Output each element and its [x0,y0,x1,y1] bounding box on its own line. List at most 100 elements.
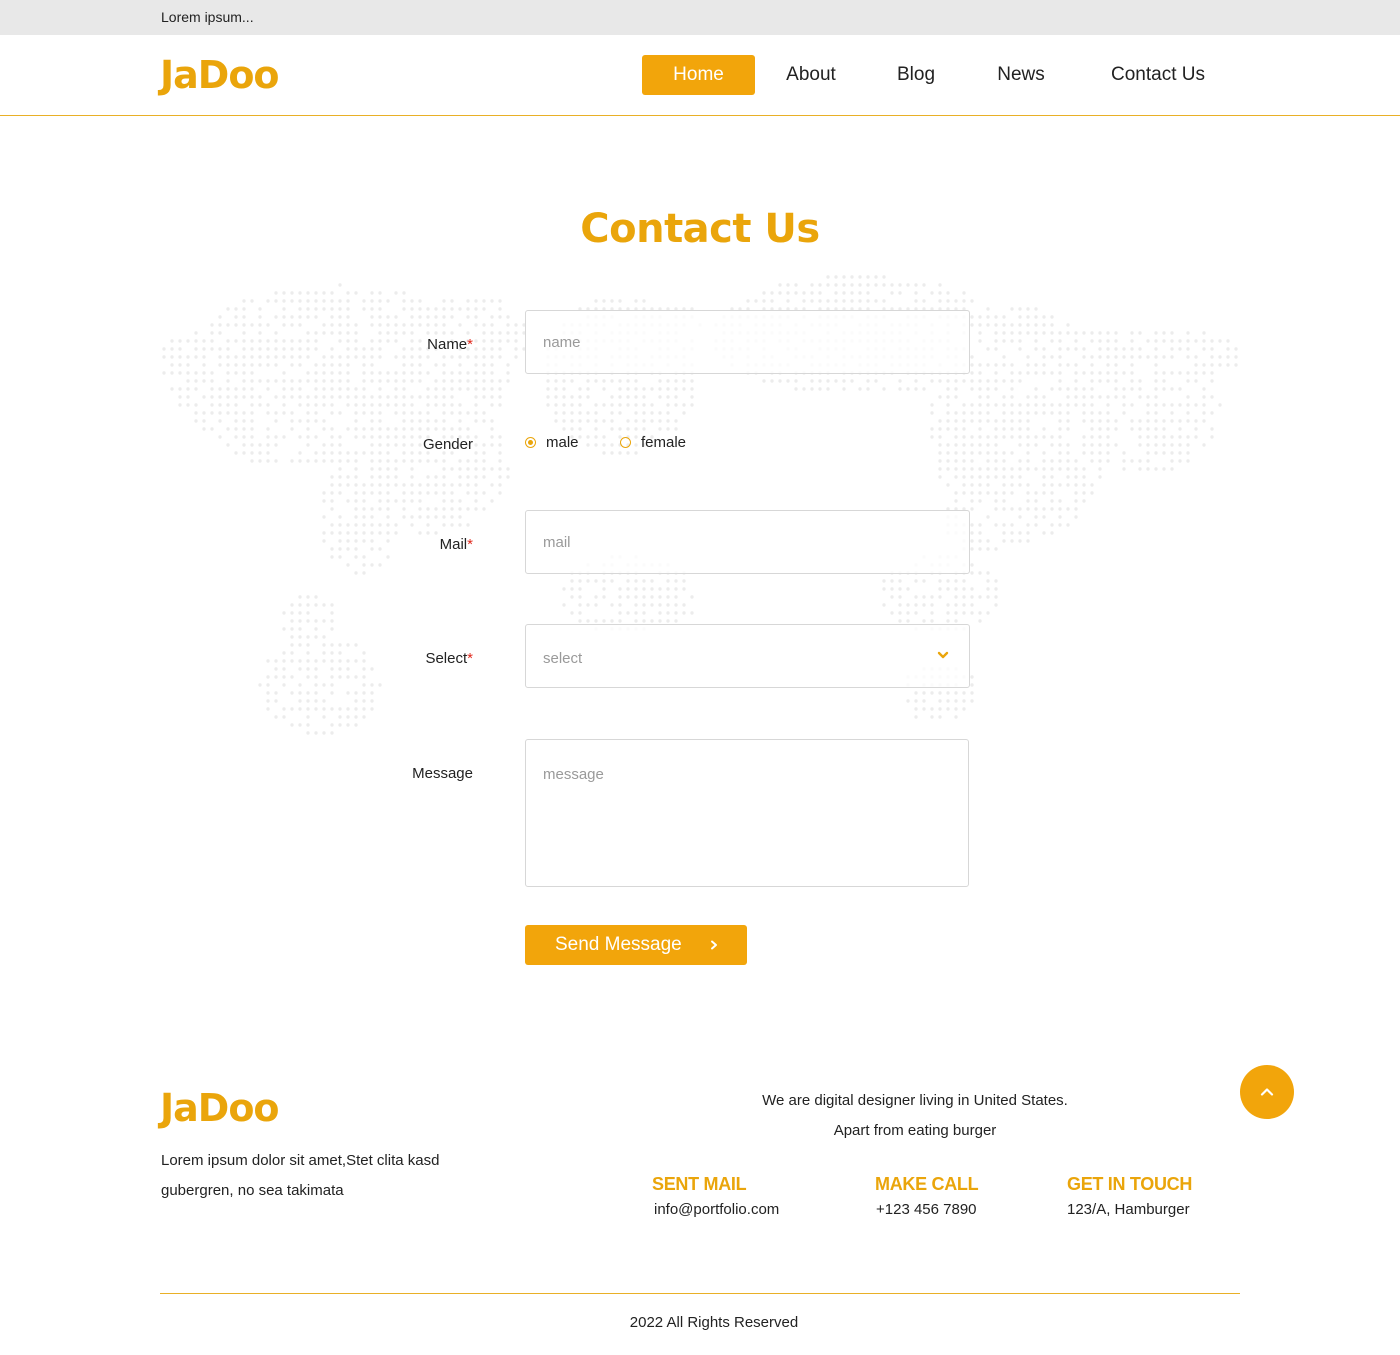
scroll-to-top-button[interactable] [1240,1065,1294,1119]
map-dot [970,379,974,383]
map-dot [602,403,606,407]
map-dot [1010,435,1014,439]
map-dot [970,603,974,607]
map-dot [378,387,382,391]
chevron-down-icon [937,651,949,659]
map-dot [970,539,974,543]
map-dot [306,619,310,623]
map-dot [642,299,646,303]
nav-item-news[interactable]: News [984,55,1058,95]
map-dot [450,307,454,311]
map-dot [1082,347,1086,351]
map-dot [1186,451,1190,455]
map-dot [474,467,478,471]
map-dot [498,315,502,319]
send-message-button[interactable]: Send Message [525,925,747,965]
map-dot [258,443,262,447]
nav-item-contact-us[interactable]: Contact Us [1094,55,1222,95]
map-dot [1210,435,1214,439]
map-dot [226,363,230,367]
map-dot [962,291,966,295]
map-dot [938,699,942,703]
map-dot [834,275,838,279]
map-dot [482,507,486,511]
map-dot [1082,331,1086,335]
map-dot [330,507,334,511]
map-dot [210,411,214,415]
contact-email-link[interactable]: info@portfolio.com [654,1201,779,1218]
map-dot [946,291,950,295]
map-dot [1050,411,1054,415]
map-dot [490,419,494,423]
mail-input[interactable] [525,510,970,574]
map-dot [938,299,942,303]
map-dot [594,579,598,583]
map-dot [994,603,998,607]
map-dot [418,355,422,359]
nav-item-blog[interactable]: Blog [884,55,948,95]
map-dot [274,299,278,303]
map-dot [978,419,982,423]
map-dot [642,387,646,391]
map-dot [370,411,374,415]
map-dot [298,459,302,463]
map-dot [978,475,982,479]
nav-item-about[interactable]: About [772,55,850,95]
map-dot [954,579,958,583]
map-dot [642,619,646,623]
map-dot [426,331,430,335]
map-dot [1146,467,1150,471]
map-dot [386,555,390,559]
map-dot [234,387,238,391]
map-dot [634,587,638,591]
nav-item-home[interactable]: Home [642,55,755,95]
map-dot [946,587,950,591]
map-dot [674,595,678,599]
map-dot [978,403,982,407]
map-dot [1210,411,1214,415]
map-dot [570,611,574,615]
map-dot [1074,379,1078,383]
map-dot [1026,331,1030,335]
map-dot [602,419,606,423]
map-dot [498,443,502,447]
map-dot [306,315,310,319]
footer-logo[interactable]: JaDoo [160,1086,280,1130]
map-dot [1002,475,1006,479]
map-dot [962,595,966,599]
map-dot [450,427,454,431]
site-logo[interactable]: JaDoo [160,53,280,97]
map-dot [394,379,398,383]
map-dot [1018,427,1022,431]
message-textarea[interactable] [525,739,969,887]
map-dot [1018,515,1022,519]
map-dot [1018,331,1022,335]
map-dot [330,627,334,631]
map-dot [554,419,558,423]
send-message-label: Send Message [555,934,682,955]
map-dot [970,403,974,407]
map-dot [850,275,854,279]
map-dot [274,363,278,367]
map-dot [210,331,214,335]
map-dot [442,475,446,479]
map-dot [1082,395,1086,399]
map-dot [602,619,606,623]
map-dot [1154,411,1158,415]
select-dropdown[interactable]: select [525,624,970,688]
map-dot [250,371,254,375]
map-dot [266,443,270,447]
map-dot [410,475,414,479]
map-dot [1058,523,1062,527]
map-dot [962,419,966,423]
map-dot [690,403,694,407]
map-dot [426,523,430,527]
name-input[interactable] [525,310,970,374]
map-dot [394,331,398,335]
map-dot [498,459,502,463]
map-dot [306,419,310,423]
map-dot [1098,395,1102,399]
map-dot [1138,435,1142,439]
contact-phone-link[interactable]: +123 456 7890 [876,1201,977,1218]
map-dot [914,611,918,615]
